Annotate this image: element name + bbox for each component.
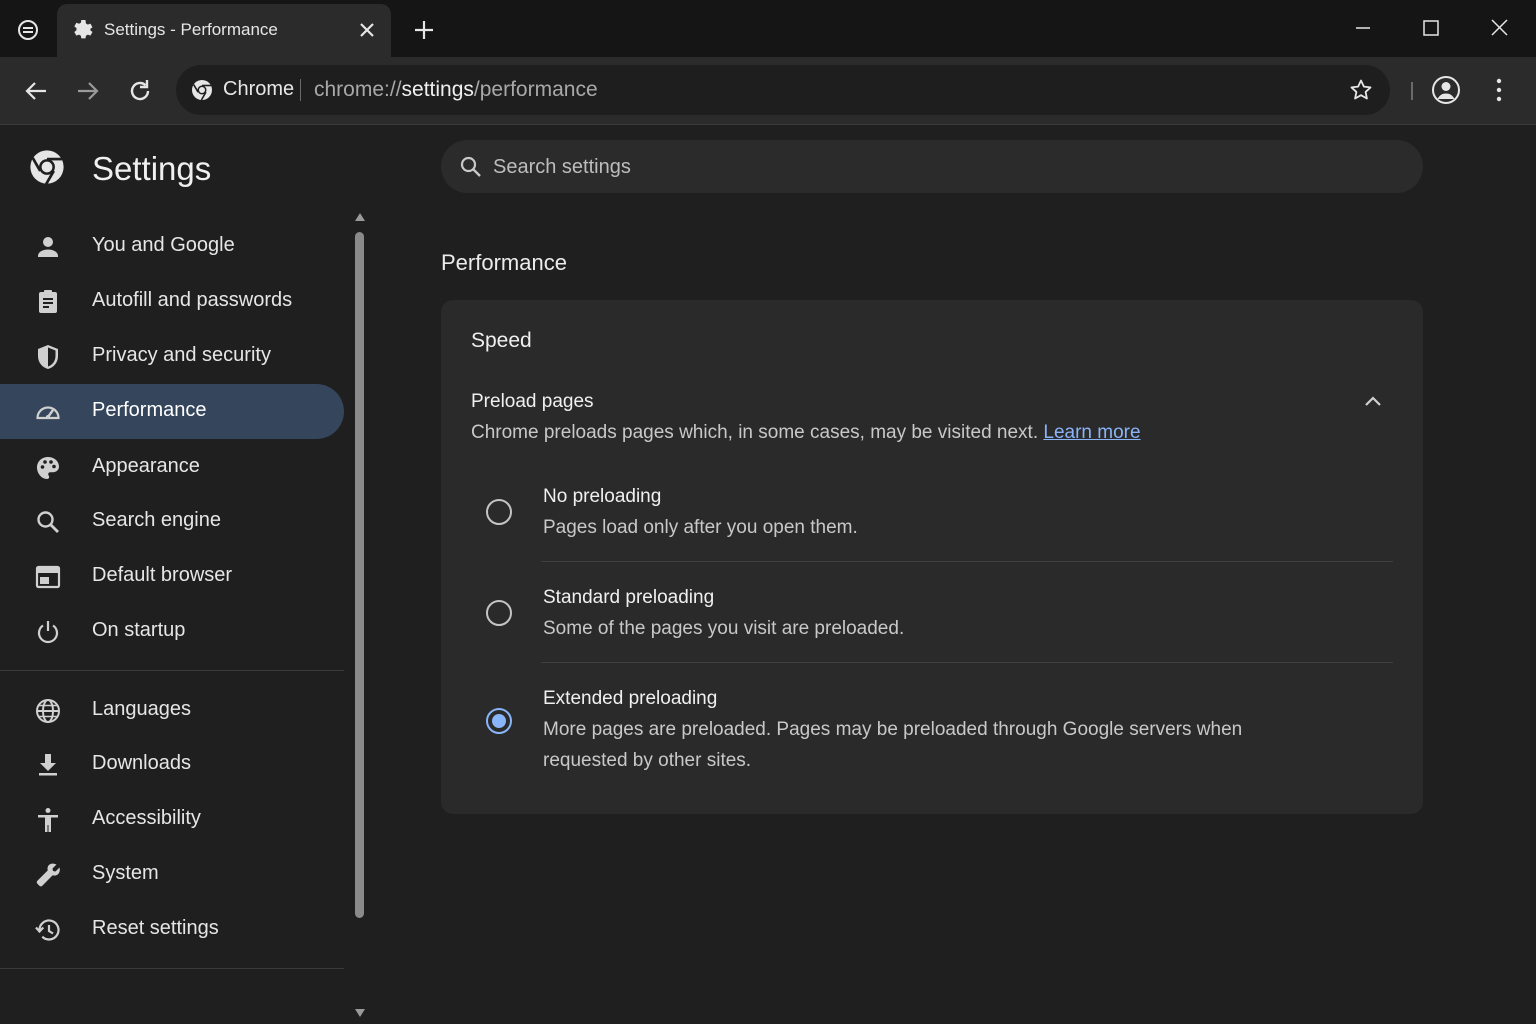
option-standard-preloading[interactable]: Standard preloading Some of the pages yo… (471, 587, 1393, 663)
power-icon (34, 618, 62, 646)
radio-no-preloading[interactable] (486, 499, 512, 525)
sidebar-item-label: Privacy and security (92, 344, 271, 366)
omnibox-separator (300, 79, 301, 101)
sidebar-item-downloads[interactable]: Downloads (0, 737, 344, 792)
sidebar-item-you-and-google[interactable]: You and Google (0, 219, 344, 274)
settings-title: Settings (92, 150, 212, 187)
palette-icon (34, 454, 62, 482)
toolbar-separator (1411, 82, 1413, 100)
sidebar-divider (0, 968, 344, 969)
page-title: Performance (441, 250, 567, 275)
radio-standard-preloading[interactable] (486, 600, 512, 626)
sidebar-item-default-browser[interactable]: Default browser (0, 549, 344, 604)
learn-more-link[interactable]: Learn more (1043, 422, 1140, 443)
chrome-logo-icon (190, 78, 214, 102)
title-bar: Settings - Performance (0, 0, 1536, 57)
sidebar-item-system[interactable]: System (0, 847, 344, 902)
download-icon (34, 751, 62, 779)
sidebar-item-label: Default browser (92, 564, 233, 586)
option-description: Some of the pages you visit are preloade… (543, 618, 905, 639)
tab-settings-performance[interactable]: Settings - Performance (57, 4, 391, 57)
back-button[interactable] (20, 75, 52, 107)
shield-icon (34, 343, 62, 371)
search-icon (34, 508, 62, 536)
settings-search-box[interactable] (441, 140, 1423, 193)
option-divider (541, 662, 1393, 663)
option-divider (541, 561, 1393, 562)
sidebar-item-privacy[interactable]: Privacy and security (0, 329, 344, 384)
sidebar-item-label: Reset settings (92, 917, 219, 939)
maximize-button[interactable] (1416, 14, 1446, 44)
speedometer-icon (34, 398, 62, 426)
close-window-button[interactable] (1484, 14, 1514, 44)
gear-icon (71, 18, 95, 42)
speed-card: Speed Preload pages Chrome preloads page… (441, 300, 1423, 814)
accessibility-icon (34, 806, 62, 834)
url-text[interactable]: chrome://settings/performance (314, 78, 598, 102)
sidebar-item-label: Autofill and passwords (92, 289, 293, 311)
sidebar-item-reset-settings[interactable]: Reset settings (0, 902, 344, 957)
scroll-down-arrow-icon[interactable] (354, 1008, 366, 1018)
globe-icon (34, 697, 62, 725)
chevron-up-icon[interactable] (1359, 388, 1387, 416)
search-icon (458, 154, 484, 180)
url-scheme: chrome:// (314, 78, 402, 101)
clipboard-icon (34, 288, 62, 316)
browser-window-icon (34, 563, 62, 591)
sidebar-scrollbar-thumb[interactable] (355, 232, 364, 918)
url-host: settings (401, 78, 474, 101)
option-title: Extended preloading (543, 688, 718, 709)
preload-desc-text: Chrome preloads pages which, in some cas… (471, 422, 1039, 443)
sidebar-item-autofill[interactable]: Autofill and passwords (0, 274, 344, 329)
forward-button[interactable] (72, 75, 104, 107)
settings-sidebar: Settings You and Google Autofill and pas… (0, 126, 365, 1024)
reload-button[interactable] (124, 75, 156, 107)
search-input[interactable] (493, 152, 1393, 182)
new-tab-button[interactable] (410, 16, 438, 44)
url-path: /performance (473, 78, 598, 101)
sidebar-item-languages[interactable]: Languages (0, 683, 344, 738)
preload-pages-title: Preload pages (471, 391, 594, 412)
sidebar-item-label: You and Google (92, 234, 235, 256)
tab-search-icon[interactable] (12, 14, 44, 46)
site-chip-label[interactable]: Chrome (223, 78, 294, 101)
wrench-icon (34, 861, 62, 889)
chrome-logo-icon (28, 148, 66, 186)
sidebar-item-on-startup[interactable]: On startup (0, 604, 344, 659)
sidebar-item-label: Performance (92, 399, 207, 421)
option-description: More pages are preloaded. Pages may be p… (543, 719, 1243, 771)
profile-avatar-icon[interactable] (1430, 74, 1462, 106)
person-icon (34, 233, 62, 261)
sidebar-item-label: Languages (92, 698, 191, 720)
sidebar-divider (0, 670, 344, 671)
option-title: Standard preloading (543, 587, 715, 608)
browser-toolbar: Chrome chrome://settings/performance (0, 57, 1536, 125)
more-options-icon[interactable] (1487, 76, 1511, 104)
radio-extended-preloading[interactable] (486, 708, 512, 734)
tab-title: Settings - Performance (104, 20, 278, 39)
option-description: Pages load only after you open them. (543, 517, 858, 538)
option-extended-preloading[interactable]: Extended preloading More pages are prelo… (471, 688, 1393, 788)
bookmark-star-icon[interactable] (1348, 77, 1374, 103)
sidebar-item-label: Downloads (92, 752, 191, 774)
sidebar-item-accessibility[interactable]: Accessibility (0, 792, 344, 847)
sidebar-item-appearance[interactable]: Appearance (0, 440, 344, 495)
address-bar[interactable]: Chrome chrome://settings/performance (176, 65, 1390, 115)
sidebar-item-label: Search engine (92, 509, 221, 531)
preload-pages-description: Chrome preloads pages which, in some cas… (471, 422, 1141, 444)
sidebar-item-label: Appearance (92, 455, 200, 477)
sidebar-item-label: On startup (92, 619, 186, 641)
option-no-preloading[interactable]: No preloading Pages load only after you … (471, 486, 1393, 562)
history-icon (34, 916, 62, 944)
sidebar-item-search-engine[interactable]: Search engine (0, 494, 344, 549)
card-heading: Speed (471, 329, 532, 352)
option-title: No preloading (543, 486, 662, 507)
sidebar-item-label: Accessibility (92, 807, 201, 829)
sidebar-item-performance[interactable]: Performance (0, 384, 344, 439)
scroll-up-arrow-icon[interactable] (354, 212, 366, 222)
tab-close-icon[interactable] (355, 18, 379, 42)
minimize-button[interactable] (1348, 14, 1378, 44)
sidebar-item-label: System (92, 862, 159, 884)
